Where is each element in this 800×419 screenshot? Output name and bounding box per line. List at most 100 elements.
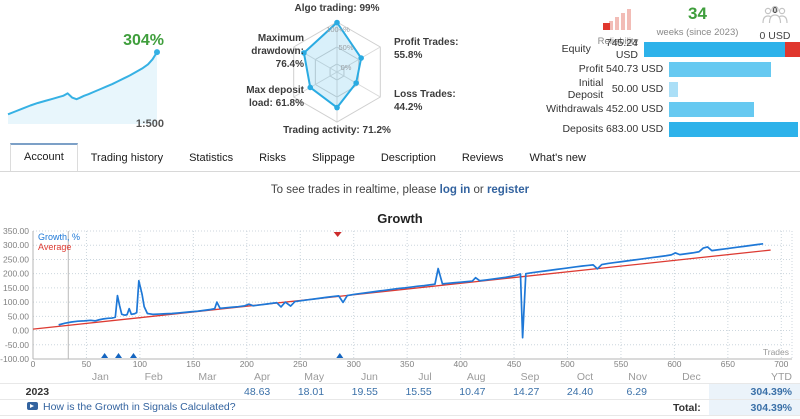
month-value: 48.63 <box>224 383 279 400</box>
radar-axis-label: Max deposit load: 61.8% <box>246 85 304 109</box>
fund-value: 452.00 USD <box>606 103 664 115</box>
svg-text:0: 0 <box>31 359 36 369</box>
weeks-count: 34 <box>688 4 707 23</box>
radar-ring-label: 0% <box>341 63 352 72</box>
month-value: 10.47 <box>439 383 494 400</box>
login-link[interactable]: log in <box>440 184 471 196</box>
month-value: 15.55 <box>385 383 440 400</box>
fund-label: Equity <box>561 43 591 55</box>
radar-polygon <box>302 21 363 109</box>
svg-text:0.00: 0.00 <box>12 326 29 336</box>
fund-row: Withdrawals 452.00 USD <box>545 99 800 119</box>
fund-value: 540.73 USD <box>606 63 664 75</box>
tab-what-s-new[interactable]: What's new <box>516 146 599 171</box>
month-value: 6.29 <box>601 383 655 400</box>
svg-text:300.00: 300.00 <box>3 240 29 250</box>
register-link[interactable]: register <box>487 184 529 196</box>
month-header: Jan <box>91 370 109 383</box>
notice-or: or <box>470 184 487 196</box>
total-growth-value: 304% <box>123 32 164 49</box>
legend-average: Average <box>38 242 71 252</box>
growth-sparkline-chart: 304% 1:500 <box>2 6 170 138</box>
month-header: Aug <box>466 370 486 383</box>
fund-label: Withdrawals <box>546 103 604 115</box>
growth-help-link[interactable]: How is the Growth in Signals Calculated? <box>43 401 236 413</box>
month-header: Mar <box>198 370 217 383</box>
account-stats: Reliability 34 weeks (since 2023) 0 0 US… <box>545 0 800 145</box>
deposit-marker <box>115 353 123 358</box>
fund-bars: Equity 745.24 USD Profit 540.73 USD Initial … <box>545 37 800 139</box>
month-header: Sep <box>520 370 540 383</box>
month-value <box>63 383 117 400</box>
svg-text:350.00: 350.00 <box>3 226 29 236</box>
month-header: Oct <box>576 370 594 383</box>
tab-trading-history[interactable]: Trading history <box>78 146 176 171</box>
month-header: Jun <box>360 370 378 383</box>
svg-text:700: 700 <box>774 359 788 369</box>
svg-text:50.00: 50.00 <box>8 311 30 321</box>
radar-axis-label: Loss Trades: 44.2% <box>394 89 456 113</box>
month-header: Feb <box>144 370 163 383</box>
tab-statistics[interactable]: Statistics <box>176 146 246 171</box>
fund-bar <box>669 81 800 97</box>
month-header: Jul <box>418 370 432 383</box>
subscribers-count-text: 0 <box>773 6 778 15</box>
svg-text:-50.00: -50.00 <box>5 340 29 350</box>
tab-reviews[interactable]: Reviews <box>449 146 517 171</box>
growth-line <box>58 242 764 339</box>
tab-description[interactable]: Description <box>368 146 449 171</box>
weeks-indicator: 34 weeks (since 2023) <box>650 4 745 38</box>
subscribers-icon: 0 <box>762 5 788 24</box>
svg-text:650: 650 <box>721 359 735 369</box>
deposit-marker <box>336 353 344 358</box>
fund-value: 745.24 USD <box>605 37 638 61</box>
radar-axis-label: Algo trading: 99% <box>294 3 380 14</box>
svg-text:350: 350 <box>400 359 414 369</box>
year-cell: 2023 <box>0 383 64 400</box>
fund-row: Equity 745.24 USD <box>545 37 800 61</box>
svg-text:450: 450 <box>507 359 521 369</box>
fund-bar-red-cap <box>785 41 800 57</box>
svg-text:150: 150 <box>186 359 200 369</box>
fund-label: Initial Deposit <box>567 77 604 101</box>
month-value: 18.01 <box>278 383 333 400</box>
month-header: May <box>304 370 325 383</box>
tab-account[interactable]: Account <box>10 143 78 171</box>
month-value: 24.40 <box>547 383 602 400</box>
month-header: Apr <box>253 370 271 383</box>
tab-bar: Account Trading history Statistics Risks Sli… <box>0 143 800 172</box>
radar-axis-label: Profit Trades: 55.8% <box>394 37 459 61</box>
month-value <box>170 383 225 400</box>
svg-text:100.00: 100.00 <box>3 297 29 307</box>
radar-ring-label: 100+% <box>326 25 350 34</box>
fund-row: Profit 540.73 USD <box>545 59 800 79</box>
svg-text:50: 50 <box>82 359 92 369</box>
total-label: Total: <box>654 399 709 416</box>
svg-text:100: 100 <box>133 359 147 369</box>
month-value: 19.55 <box>332 383 386 400</box>
month-value: 14.27 <box>493 383 548 400</box>
radar-axis-label: Maximum drawdown: 76.4% <box>251 33 304 70</box>
growth-help: How is the Growth in Signals Calculated? <box>27 401 236 413</box>
svg-text:250.00: 250.00 <box>3 254 29 264</box>
fund-value: 683.00 USD <box>606 123 664 135</box>
tab-slippage[interactable]: Slippage <box>299 146 368 171</box>
svg-text:300: 300 <box>347 359 361 369</box>
tab-risks[interactable]: Risks <box>246 146 299 171</box>
fund-row: Initial Deposit 50.00 USD <box>545 77 800 101</box>
subscribers-indicator: 0 0 USD <box>750 5 800 42</box>
fund-label: Profit <box>578 63 604 75</box>
table-header-row: Jan Feb Mar Apr May Jun Jul Aug Sep Oct Nov Dec YTD <box>0 370 800 384</box>
radar-svg: 100+% 50% 0% <box>293 19 381 123</box>
radar-axis-label: Trading activity: 71.2% <box>283 125 391 136</box>
total-value: 304.39% <box>708 399 800 416</box>
svg-text:-100.00: -100.00 <box>0 354 29 364</box>
sparkline-end-dot <box>154 49 160 56</box>
month-header: Dec <box>682 370 701 383</box>
fund-bar <box>669 101 800 117</box>
fund-label: Deposits <box>562 123 604 135</box>
signal-page: 304% 1:500 100+% 50% 0% Algo trading: 99% P… <box>0 0 800 419</box>
distribution-radar-chart: 100+% 50% 0% Algo trading: 99% Profit Trade… <box>225 2 460 142</box>
growth-chart-title: Growth <box>377 211 423 226</box>
reliability-bars-icon <box>603 8 633 30</box>
